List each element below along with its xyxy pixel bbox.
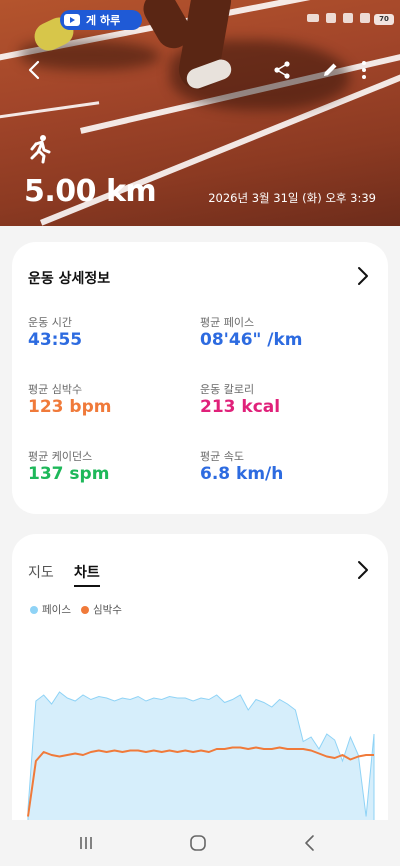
track-lane-line	[0, 101, 100, 121]
workout-details-card: 운동 상세정보 운동 시간 43:55 평균 페이스 08'46" /km 평균…	[12, 242, 388, 514]
metric-value-pace: 08'46" /km	[200, 330, 303, 350]
back-nav-button[interactable]	[298, 832, 322, 854]
metric-label-heart-rate: 평균 심박수	[28, 383, 83, 396]
metric-label-pace: 평균 페이스	[200, 316, 255, 329]
signal-icon	[360, 13, 370, 23]
metric-value-heart-rate: 123 bpm	[28, 397, 112, 417]
back-button[interactable]	[20, 56, 48, 84]
home-button[interactable]	[186, 832, 210, 854]
more-vertical-icon	[362, 61, 366, 79]
metric-value-speed: 6.8 km/h	[200, 464, 284, 484]
details-title: 운동 상세정보	[28, 271, 111, 287]
metric-label-duration: 운동 시간	[28, 316, 72, 329]
chevron-left-icon	[28, 60, 40, 80]
pencil-icon	[324, 63, 337, 76]
share-button[interactable]	[268, 56, 296, 84]
recents-button[interactable]	[74, 832, 98, 854]
metric-value-cadence: 137 spm	[28, 464, 110, 484]
youtube-icon	[64, 14, 80, 26]
wifi-icon	[343, 13, 353, 23]
battery-icon: 70	[374, 14, 394, 25]
back-icon	[305, 835, 314, 851]
vibrate-icon	[307, 14, 319, 22]
recents-icon	[80, 837, 92, 849]
media-pill[interactable]: 게 하루	[60, 10, 142, 30]
system-navigation-bar	[0, 820, 400, 866]
edit-button[interactable]	[316, 56, 344, 84]
metric-value-duration: 43:55	[28, 330, 83, 350]
home-icon	[190, 835, 206, 851]
pace-heart-rate-chart[interactable]	[12, 534, 388, 854]
metric-label-calories: 운동 칼로리	[200, 383, 255, 396]
map-chart-card: 지도 차트 페이스 심박수	[12, 534, 388, 854]
status-icons	[307, 13, 370, 23]
workout-datetime: 2026년 3월 31일 (화) 오후 3:39	[208, 191, 376, 205]
running-icon	[30, 135, 51, 164]
metric-label-speed: 평균 속도	[200, 450, 244, 463]
metric-value-calories: 213 kcal	[200, 397, 281, 417]
status-bar: 게 하루 70	[0, 10, 400, 30]
media-pill-label: 게 하루	[86, 14, 121, 27]
details-chevron-button[interactable]	[354, 266, 370, 286]
mute-icon	[326, 13, 336, 23]
metric-label-cadence: 평균 케이던스	[28, 450, 93, 463]
share-icon	[274, 61, 290, 79]
more-options-button[interactable]	[350, 56, 378, 84]
workout-distance: 5.00 km	[24, 174, 157, 209]
